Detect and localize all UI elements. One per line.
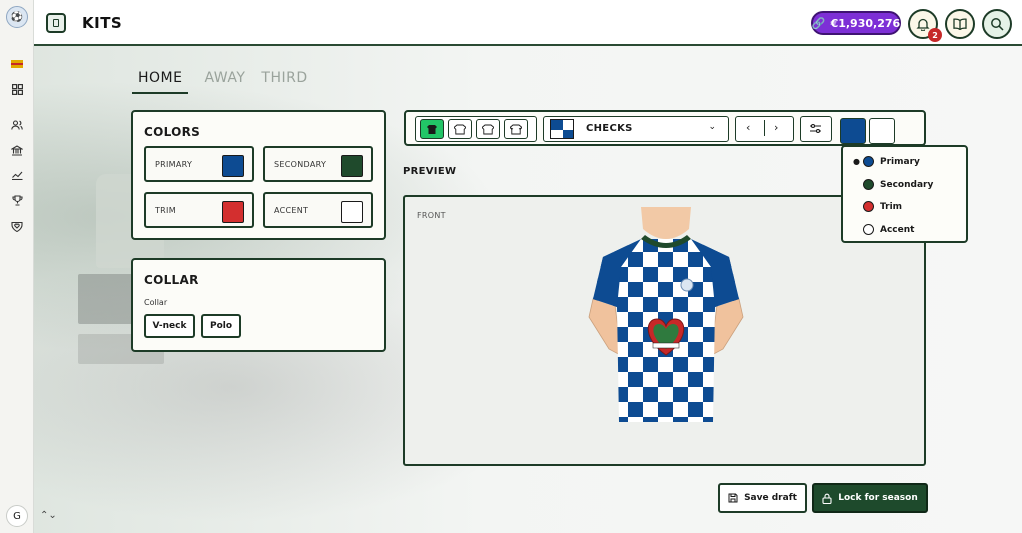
tab-away[interactable]: AWAY	[204, 70, 245, 94]
page-title: KITS	[82, 14, 123, 32]
bell-icon	[916, 18, 930, 31]
search-button[interactable]	[982, 9, 1012, 39]
book-icon	[953, 18, 967, 30]
club-logo-icon[interactable]: ⚽	[6, 6, 28, 28]
collar-sub-label: Collar	[144, 298, 168, 307]
adjust-button[interactable]	[800, 116, 832, 142]
expand-chevron-icon[interactable]: ⌃⌄	[40, 510, 57, 521]
view-label: FRONT	[417, 211, 446, 220]
trophy-icon[interactable]	[9, 192, 25, 208]
chevron-down-icon: ⌄	[708, 122, 716, 132]
flag-icon[interactable]	[9, 56, 25, 72]
selected-dot-icon: ●	[853, 157, 860, 166]
preview-label: PREVIEW	[403, 166, 457, 177]
panel-icon	[53, 19, 59, 27]
primary-dot-swatch	[863, 156, 874, 167]
colors-panel-title: COLORS	[144, 125, 201, 139]
guide-button[interactable]	[945, 9, 975, 39]
tab-third[interactable]: THIRD	[261, 70, 307, 94]
trim-dot-swatch	[863, 201, 874, 212]
collar-polo-button[interactable]: Polo	[201, 314, 241, 338]
secondary-color-label: SECONDARY	[274, 160, 327, 169]
prev-arrow-icon[interactable]: ‹	[746, 121, 750, 134]
menu-item-secondary[interactable]: Secondary	[853, 179, 933, 190]
accent-color-label: ACCENT	[274, 206, 309, 215]
color-target-menu: ● Primary Secondary Trim Accent	[841, 145, 968, 243]
notification-count-badge: 2	[928, 28, 942, 42]
people-icon[interactable]	[9, 117, 25, 133]
accent-dot-swatch	[863, 224, 874, 235]
secondary-color-swatch	[341, 155, 363, 177]
menu-item-primary[interactable]: ● Primary	[853, 156, 920, 167]
colors-panel: COLORS PRIMARY SECONDARY TRIM ACCENT	[131, 110, 386, 240]
primary-color-card[interactable]: PRIMARY	[144, 146, 254, 182]
shield-heart-icon[interactable]	[9, 218, 25, 234]
accent-color-swatch	[341, 201, 363, 223]
top-bar: KITS 🔗 €1,930,276 2	[34, 0, 1022, 46]
menu-item-label: Trim	[880, 201, 903, 212]
pattern-thumbnail	[550, 119, 574, 139]
pattern-nav-group: ‹ ›	[735, 116, 794, 142]
accent-color-card[interactable]: ACCENT	[263, 192, 373, 228]
pattern-select[interactable]: CHECKS ⌄	[543, 116, 729, 142]
kit-style-group	[415, 116, 537, 142]
trim-color-swatch	[222, 201, 244, 223]
menu-item-label: Primary	[880, 156, 920, 167]
kit-shirt-illustration	[588, 207, 744, 422]
collar-vneck-button[interactable]: V-neck	[144, 314, 195, 338]
search-icon	[991, 18, 1004, 31]
style-trim-button[interactable]	[504, 119, 528, 139]
balance-value: €1,930,276	[830, 16, 901, 30]
kit-toolbar: CHECKS ⌄ ‹ ›	[404, 110, 926, 146]
style-sleeves-button[interactable]	[448, 119, 472, 139]
notifications-button[interactable]: 2	[908, 9, 942, 42]
secondary-swatch-button[interactable]	[869, 118, 895, 144]
trim-color-card[interactable]: TRIM	[144, 192, 254, 228]
lock-icon	[822, 493, 832, 504]
menu-item-trim[interactable]: Trim	[853, 201, 902, 212]
balance-badge[interactable]: 🔗 €1,930,276	[811, 11, 901, 35]
color-picker-group	[838, 116, 899, 144]
save-draft-label: Save draft	[744, 493, 797, 503]
primary-swatch-button[interactable]	[840, 118, 866, 144]
collar-panel: COLLAR Collar V-neck Polo	[131, 258, 386, 352]
next-arrow-icon[interactable]: ›	[774, 121, 778, 134]
save-draft-button[interactable]: Save draft	[718, 483, 807, 513]
primary-color-swatch	[222, 155, 244, 177]
menu-item-accent[interactable]: Accent	[853, 224, 914, 235]
trim-color-label: TRIM	[155, 206, 176, 215]
sidebar-toggle-button[interactable]	[46, 13, 66, 33]
pattern-label: CHECKS	[586, 123, 633, 134]
style-plain-button[interactable]	[476, 119, 500, 139]
link-icon: 🔗	[811, 16, 826, 30]
chart-icon[interactable]	[9, 167, 25, 183]
lock-for-season-button[interactable]: Lock for season	[812, 483, 928, 513]
sidebar: ⚽ G	[0, 0, 34, 533]
collar-panel-title: COLLAR	[144, 273, 199, 287]
secondary-color-card[interactable]: SECONDARY	[263, 146, 373, 182]
dashboard-icon[interactable]	[9, 81, 25, 97]
menu-item-label: Secondary	[880, 179, 934, 190]
save-icon	[728, 493, 738, 503]
user-avatar[interactable]: G	[6, 505, 28, 527]
style-solid-button[interactable]	[420, 119, 444, 139]
secondary-dot-swatch	[863, 179, 874, 190]
kit-tabs: HOME AWAY THIRD	[132, 70, 308, 94]
menu-item-label: Accent	[880, 224, 915, 235]
bank-icon[interactable]	[9, 142, 25, 158]
sliders-icon	[810, 123, 821, 134]
tab-home[interactable]: HOME	[132, 70, 189, 94]
lock-for-season-label: Lock for season	[838, 493, 918, 503]
primary-color-label: PRIMARY	[155, 160, 193, 169]
